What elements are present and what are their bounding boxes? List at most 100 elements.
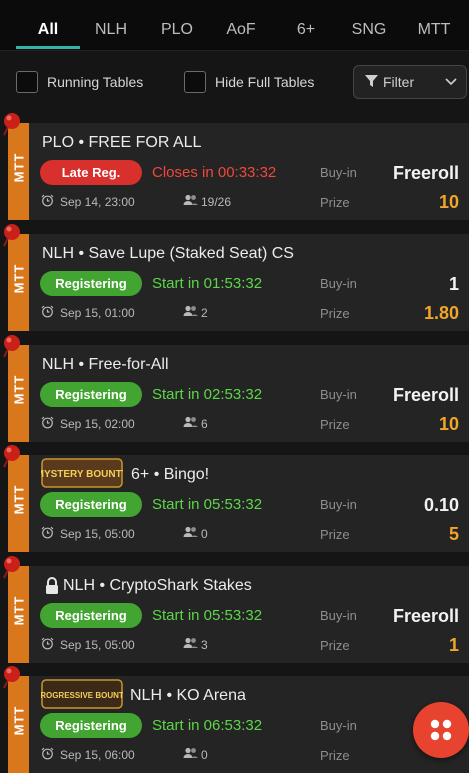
start-date: Sep 15, 02:00: [60, 417, 135, 431]
start-date: Sep 15, 05:00: [60, 638, 135, 652]
tab-plo[interactable]: PLO: [148, 0, 206, 50]
funnel-icon: [365, 75, 378, 87]
countdown-timer: Start in 01:53:32: [152, 275, 263, 292]
register-button[interactable]: Registering: [40, 603, 142, 628]
progressive-bounty-logo-text: PROGRESSIVE BOUNTY: [41, 691, 123, 700]
player-count: 3: [201, 638, 208, 652]
register-button[interactable]: Registering: [40, 271, 142, 296]
tab-mtt[interactable]: MTT: [405, 0, 463, 50]
tab-6plus[interactable]: 6+: [278, 0, 334, 50]
countdown-timer: Start in 06:53:32: [152, 717, 263, 734]
players-icon: [183, 526, 198, 537]
tournament-type-strip: MTT: [8, 345, 29, 442]
pin-icon: [3, 224, 20, 247]
mystery-bounty-logo-text: MYSTERY BOUNTY: [41, 469, 123, 480]
running-tables-label[interactable]: Running Tables: [47, 74, 143, 90]
start-date: Sep 15, 06:00: [60, 748, 135, 762]
buyin-value: 0.10: [423, 495, 459, 515]
player-count: 6: [201, 417, 208, 431]
hide-full-tables-checkbox[interactable]: [184, 71, 206, 93]
prize-value: 1.80: [423, 303, 459, 323]
countdown-timer: Start in 05:53:32: [152, 496, 263, 513]
filter-bar: Running Tables Hide Full Tables Filter: [0, 51, 469, 111]
tournament-title: PLO • FREE FOR ALL: [42, 134, 202, 151]
tournament-title: 6+ • Bingo!: [131, 466, 210, 483]
player-count: 2: [201, 306, 208, 320]
countdown-timer: Start in 05:53:32: [152, 607, 263, 624]
chevron-down-icon: [445, 78, 457, 86]
alarm-clock-icon: [41, 416, 54, 429]
tournament-type-label: MTT: [11, 374, 27, 405]
prize-label: Prize: [320, 306, 350, 321]
prize-value: 1: [448, 635, 459, 655]
hide-full-tables-label[interactable]: Hide Full Tables: [215, 74, 314, 90]
pin-icon: [3, 556, 20, 579]
prize-label: Prize: [320, 748, 350, 763]
running-tables-checkbox[interactable]: [16, 71, 38, 93]
tournament-title: NLH • KO Arena: [130, 687, 246, 704]
start-date: Sep 15, 05:00: [60, 527, 135, 541]
register-button[interactable]: Registering: [40, 713, 142, 738]
tournament-type-strip: MTT: [8, 123, 29, 220]
alarm-clock-icon: [41, 637, 54, 650]
register-button[interactable]: Registering: [40, 382, 142, 407]
progressive-bounty-logo: PROGRESSIVE BOUNTY: [41, 679, 123, 709]
tournament-card[interactable]: MTT NLH • CryptoShark Stakes Registering St…: [3, 556, 469, 663]
buyin-label: Buy-in: [320, 387, 357, 402]
tab-all[interactable]: All: [16, 0, 80, 50]
grid-dots-icon: [430, 719, 452, 741]
players-icon: [183, 637, 198, 648]
tournament-type-label: MTT: [11, 484, 27, 515]
alarm-clock-icon: [41, 526, 54, 539]
active-tab-indicator: [16, 46, 80, 49]
buyin-label: Buy-in: [320, 718, 357, 733]
tournament-type-label: MTT: [11, 705, 27, 736]
start-date: Sep 15, 01:00: [60, 306, 135, 320]
prize-value: 10: [438, 414, 459, 434]
prize-label: Prize: [320, 638, 350, 653]
register-button[interactable]: Registering: [40, 492, 142, 517]
alarm-clock-icon: [41, 747, 54, 760]
tournament-card[interactable]: MTT PLO • FREE FOR ALL Late Reg. Closes in …: [3, 113, 469, 220]
buyin-label: Buy-in: [320, 165, 357, 180]
tournament-card[interactable]: MTT MYSTERY BOUNTY 6+ • Bingo! Registering S…: [3, 445, 469, 552]
pin-icon: [3, 666, 20, 689]
tournament-title: NLH • Save Lupe (Staked Seat) CS: [42, 245, 294, 262]
tab-sng[interactable]: SNG: [340, 0, 398, 50]
prize-label: Prize: [320, 417, 350, 432]
buyin-value: Freeroll: [392, 163, 459, 183]
filter-dropdown[interactable]: Filter: [353, 65, 467, 99]
countdown-timer: Start in 02:53:32: [152, 386, 263, 403]
tab-aof[interactable]: AoF: [213, 0, 269, 50]
tournament-card[interactable]: MTT NLH • Free-for-All Registering Start in…: [3, 335, 469, 442]
late-reg-button[interactable]: Late Reg.: [40, 160, 142, 185]
prize-label: Prize: [320, 195, 350, 210]
tournament-type-strip: MTT: [8, 234, 29, 331]
mystery-bounty-logo: MYSTERY BOUNTY: [41, 458, 123, 488]
players-icon: [183, 305, 198, 316]
tournament-type-strip: MTT: [8, 455, 29, 552]
tournament-card[interactable]: MTT PROGRESSIVE BOUNTY NLH • KO Arena Regis…: [3, 666, 469, 773]
players-icon: [183, 416, 198, 427]
pin-icon: [3, 113, 20, 136]
pin-icon: [3, 445, 20, 468]
buyin-value: 1: [448, 274, 459, 294]
prize-value: 10: [438, 192, 459, 212]
prize-label: Prize: [320, 527, 350, 542]
menu-fab-button[interactable]: [413, 702, 469, 758]
tournament-title: NLH • CryptoShark Stakes: [63, 577, 252, 594]
alarm-clock-icon: [41, 194, 54, 207]
pin-icon: [3, 335, 20, 358]
player-count: 19/26: [201, 195, 232, 209]
players-icon: [183, 194, 198, 205]
buyin-label: Buy-in: [320, 608, 357, 623]
alarm-clock-icon: [41, 305, 54, 318]
filter-label: Filter: [383, 74, 415, 90]
tab-nlh[interactable]: NLH: [83, 0, 139, 50]
tournament-type-strip: MTT: [8, 676, 29, 773]
buyin-value: Freeroll: [392, 606, 459, 626]
player-count: 0: [201, 527, 208, 541]
countdown-timer: Closes in 00:33:32: [152, 164, 277, 181]
tournament-card[interactable]: MTT NLH • Save Lupe (Staked Seat) CS Regis…: [3, 224, 469, 331]
buyin-value: Freeroll: [392, 385, 459, 405]
